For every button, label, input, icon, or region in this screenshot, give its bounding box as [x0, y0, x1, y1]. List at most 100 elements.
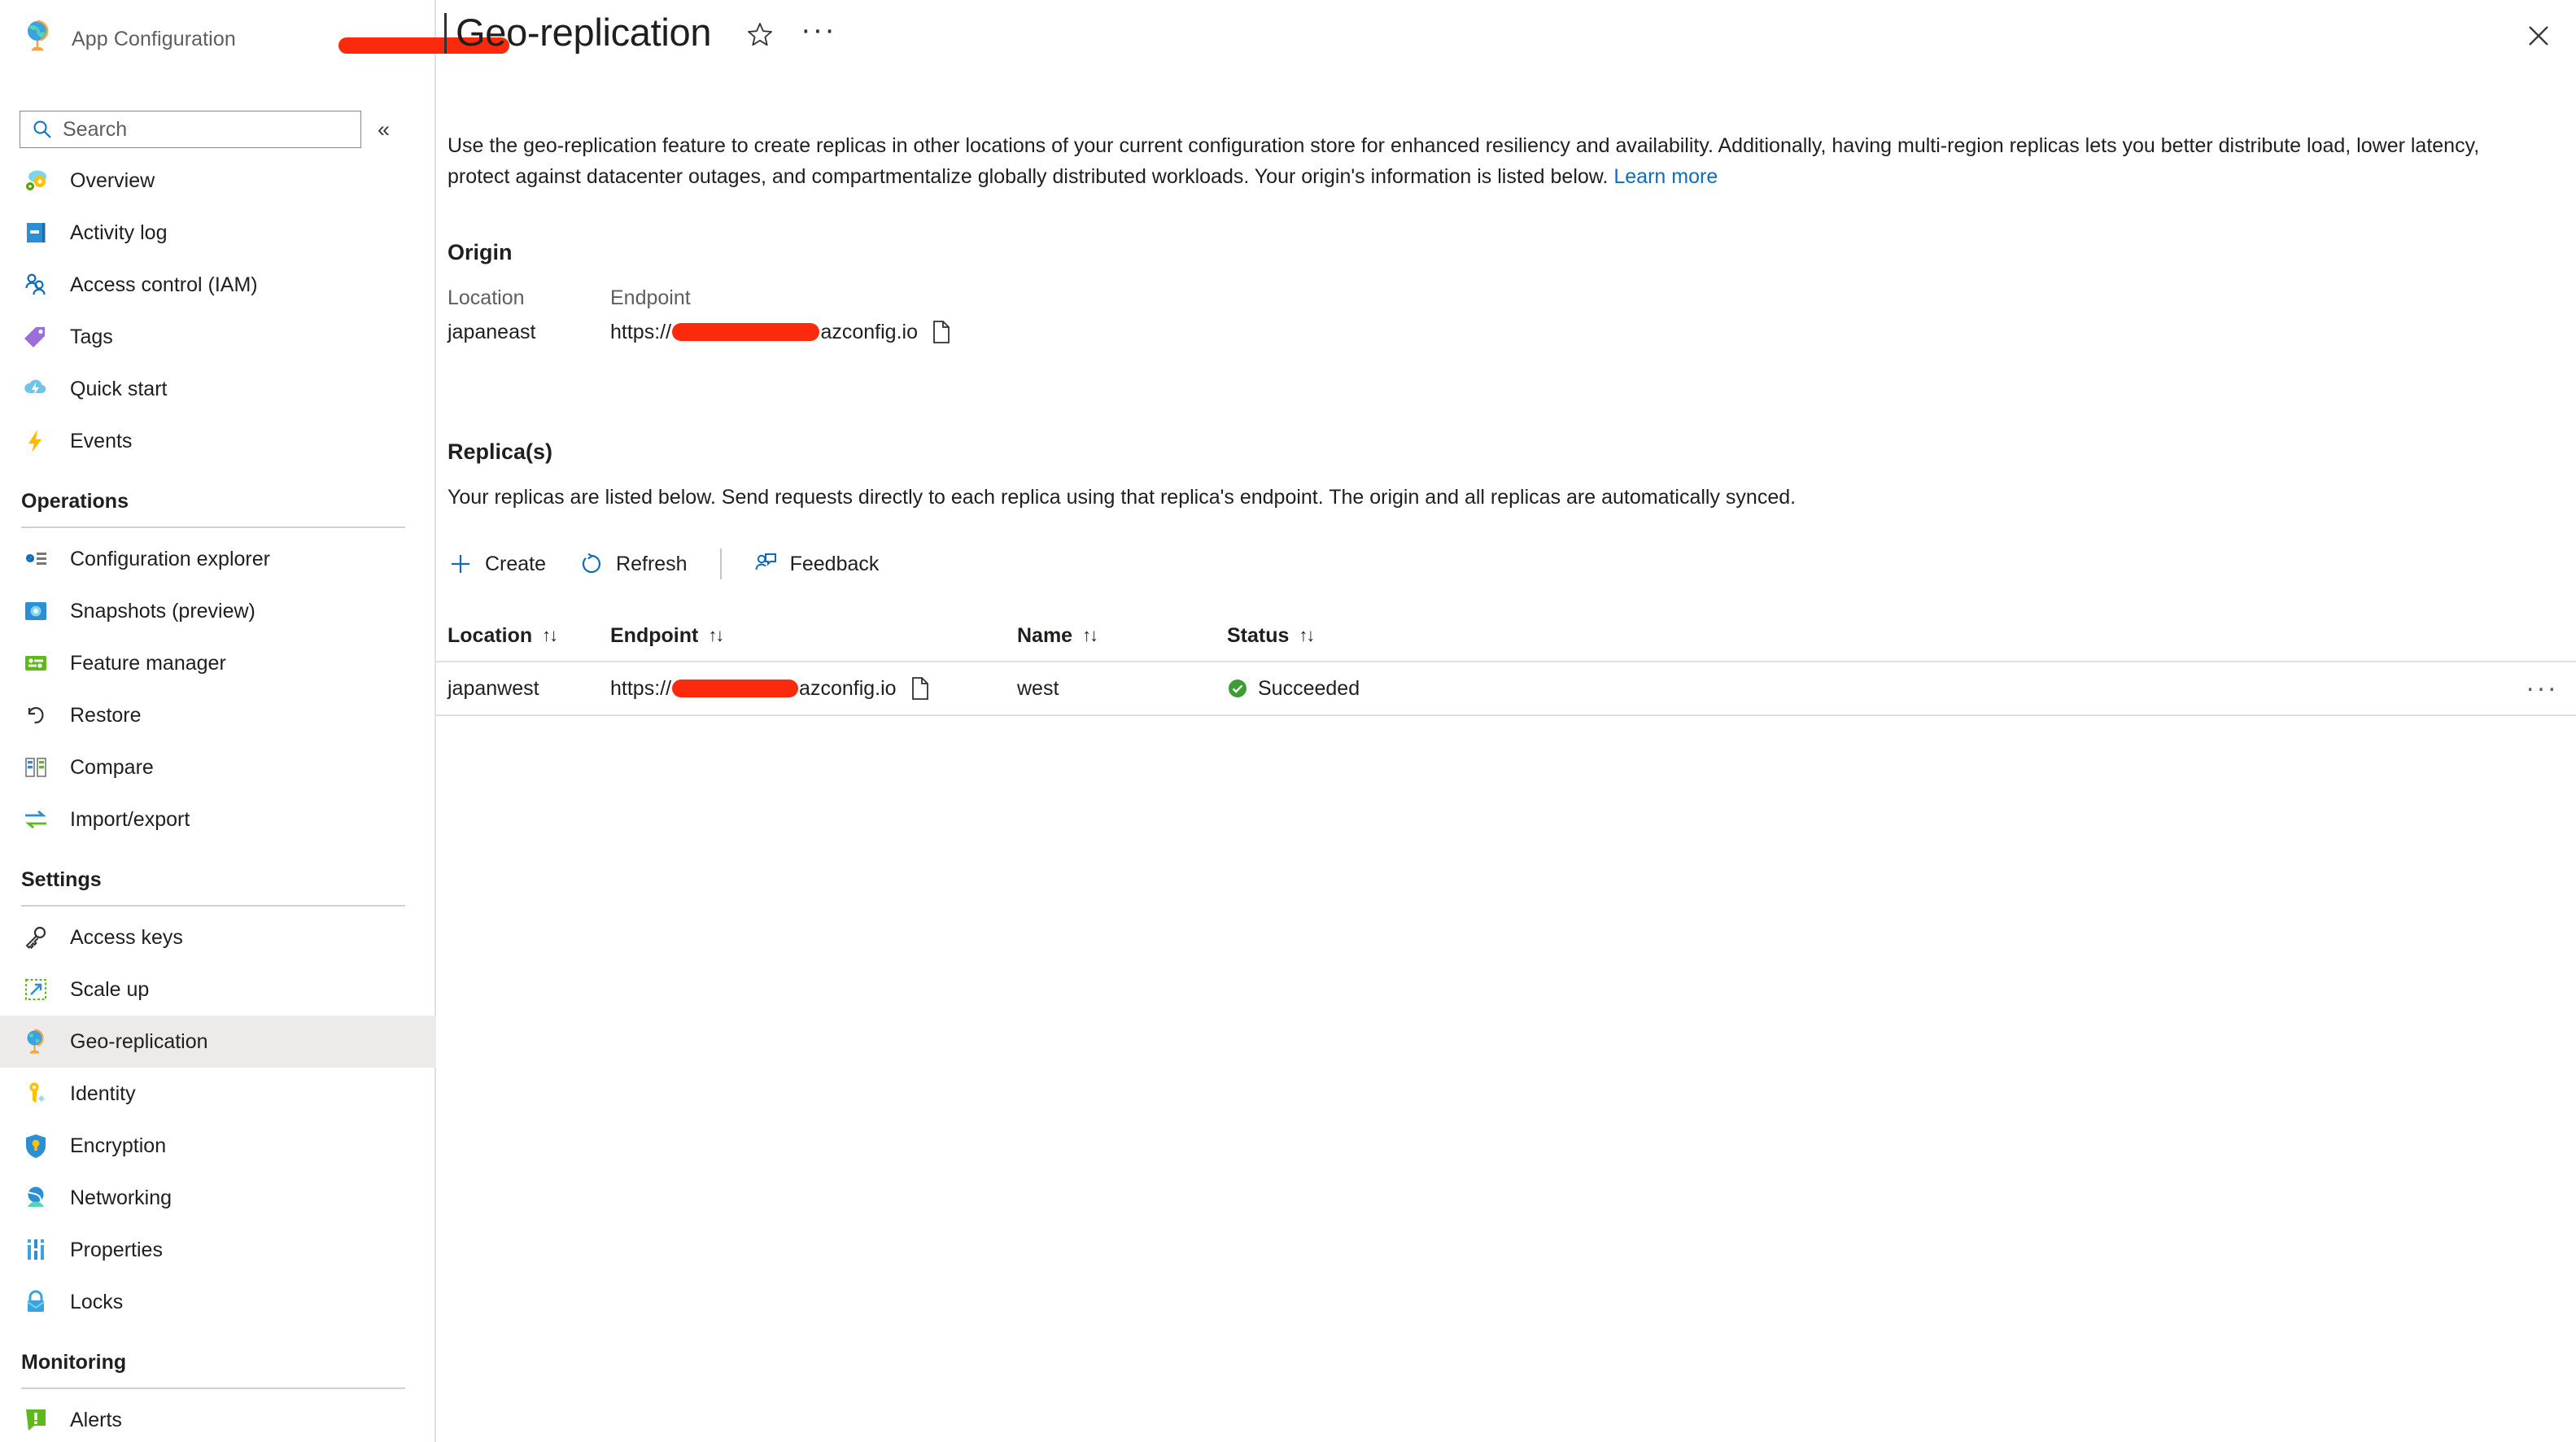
divider — [21, 905, 405, 907]
copy-icon[interactable] — [910, 676, 931, 701]
star-icon[interactable] — [747, 21, 773, 51]
sidebar-item-label: Properties — [70, 1238, 163, 1261]
sidebar-item-events[interactable]: Events — [0, 415, 436, 467]
sidebar-item-restore[interactable]: Restore — [0, 689, 436, 741]
column-header-label: Status — [1227, 623, 1290, 647]
column-header-name[interactable]: Name ↑↓ — [1017, 624, 1227, 648]
azure-portal-blade: App Configuration Search « Overview Acti… — [0, 0, 2576, 1442]
plus-icon — [448, 551, 474, 577]
blade-content: Geo-replication ··· Use the geo-replicat… — [436, 0, 2576, 1442]
divider — [21, 527, 405, 528]
column-header-location[interactable]: Location ↑↓ — [448, 624, 610, 648]
sidebar-item-import-export[interactable]: Import/export — [0, 793, 436, 846]
sidebar-item-access-keys[interactable]: Access keys — [0, 911, 436, 964]
sidebar-item-compare[interactable]: Compare — [0, 741, 436, 793]
search-input[interactable]: Search — [20, 111, 361, 148]
cell-location: japanwest — [448, 676, 539, 700]
sidebar-item-feature-manager[interactable]: Feature manager — [0, 637, 436, 689]
learn-more-link[interactable]: Learn more — [1613, 165, 1718, 188]
geo-replication-icon — [21, 1027, 50, 1056]
import-export-icon — [21, 805, 50, 834]
sidebar-item-quick-start[interactable]: Quick start — [0, 363, 436, 415]
blade-description: Use the geo-replication feature to creat… — [448, 130, 2498, 192]
column-header-label: Location — [448, 623, 533, 647]
sidebar-item-label: Activity log — [70, 221, 168, 244]
sidebar-item-label: Geo-replication — [70, 1029, 208, 1053]
replicas-toolbar: Create Refresh Feedback — [448, 544, 911, 584]
sidebar-group-operations: Operations — [0, 490, 436, 528]
sidebar-item-encryption[interactable]: Encryption — [0, 1120, 436, 1172]
sidebar-item-properties[interactable]: Properties — [0, 1224, 436, 1276]
collapse-sidebar-button[interactable]: « — [378, 118, 390, 141]
sidebar-item-locks[interactable]: Locks — [0, 1276, 436, 1328]
page-title: Geo-replication — [456, 11, 712, 54]
sidebar-item-identity[interactable]: Identity — [0, 1068, 436, 1120]
refresh-button-label: Refresh — [616, 552, 688, 575]
encryption-icon — [21, 1131, 50, 1160]
column-header-endpoint[interactable]: Endpoint ↑↓ — [610, 624, 1017, 648]
restore-icon — [21, 701, 50, 730]
tags-icon — [21, 322, 50, 352]
close-icon[interactable] — [2519, 16, 2558, 55]
table-header-row: Location ↑↓ Endpoint ↑↓ Name ↑↓ Status ↑… — [436, 610, 2576, 661]
description-text: Use the geo-replication feature to creat… — [448, 134, 2480, 188]
sidebar-item-networking[interactable]: Networking — [0, 1172, 436, 1224]
resource-title-block: App Configuration — [72, 18, 236, 51]
access-control-icon — [21, 270, 50, 299]
replicas-section-title: Replica(s) — [448, 439, 553, 464]
networking-icon — [21, 1183, 50, 1213]
sidebar-item-label: Compare — [70, 755, 154, 779]
sidebar: App Configuration Search « Overview Acti… — [0, 0, 436, 1442]
sidebar-item-overview[interactable]: Overview — [0, 155, 436, 207]
replicas-description: Your replicas are listed below. Send req… — [448, 486, 1797, 509]
sort-icon: ↑↓ — [1299, 625, 1315, 645]
success-check-icon — [1227, 678, 1248, 699]
sidebar-item-access-control[interactable]: Access control (IAM) — [0, 259, 436, 311]
sidebar-item-tags[interactable]: Tags — [0, 311, 436, 363]
endpoint-prefix: https:// — [610, 676, 672, 700]
feedback-button[interactable]: Feedback — [753, 551, 880, 577]
sidebar-item-scale-up[interactable]: Scale up — [0, 964, 436, 1016]
sidebar-item-configuration-explorer[interactable]: Configuration explorer — [0, 533, 436, 585]
origin-endpoint-value: https:// azconfig.io — [610, 310, 952, 344]
column-header-status[interactable]: Status ↑↓ — [1227, 624, 2565, 648]
sidebar-item-label: Configuration explorer — [70, 547, 270, 570]
row-context-menu-button[interactable]: ··· — [2526, 675, 2558, 702]
origin-header-row: Location Endpoint — [448, 277, 952, 310]
sidebar-item-label: Scale up — [70, 977, 150, 1001]
ellipsis-icon[interactable]: ··· — [801, 15, 836, 46]
sidebar-item-label: Snapshots (preview) — [70, 599, 255, 623]
sidebar-item-label: Feature manager — [70, 651, 226, 675]
create-button[interactable]: Create — [448, 551, 546, 577]
origin-endpoint-prefix: https:// — [610, 320, 672, 343]
origin-section-title: Origin — [448, 240, 513, 264]
geo-replication-icon — [21, 18, 57, 54]
origin-details: Location Endpoint japaneast https:// azco… — [448, 277, 952, 344]
search-icon — [32, 119, 53, 140]
create-button-label: Create — [485, 552, 547, 575]
blade-title-bar: Geo-replication ··· — [436, 0, 2576, 88]
sidebar-item-activity-log[interactable]: Activity log — [0, 207, 436, 259]
sidebar-item-geo-replication[interactable]: Geo-replication — [0, 1016, 436, 1068]
sidebar-item-label: Identity — [70, 1082, 136, 1105]
feedback-button-label: Feedback — [789, 552, 880, 575]
events-icon — [21, 426, 50, 456]
sidebar-item-label: Locks — [70, 1290, 124, 1313]
toolbar-separator — [719, 548, 722, 579]
column-header-label: Name — [1017, 623, 1073, 647]
title-separator — [444, 13, 447, 54]
refresh-button[interactable]: Refresh — [579, 551, 688, 577]
resource-header: App Configuration — [21, 18, 236, 54]
locks-icon — [21, 1287, 50, 1317]
origin-endpoint-suffix: azconfig.io — [820, 320, 918, 343]
table-row[interactable]: japanwest https://azconfig.io west Succe… — [436, 661, 2576, 716]
copy-icon[interactable] — [931, 320, 952, 344]
cell-name: west — [1017, 676, 1059, 700]
sidebar-item-alerts[interactable]: Alerts — [0, 1394, 436, 1442]
replicas-table: Location ↑↓ Endpoint ↑↓ Name ↑↓ Status ↑… — [436, 610, 2576, 716]
origin-location-header: Location — [448, 286, 525, 309]
sidebar-item-label: Import/export — [70, 807, 190, 831]
sidebar-item-label: Overview — [70, 168, 155, 192]
sidebar-item-snapshots[interactable]: Snapshots (preview) — [0, 585, 436, 637]
search-placeholder: Search — [63, 117, 128, 141]
